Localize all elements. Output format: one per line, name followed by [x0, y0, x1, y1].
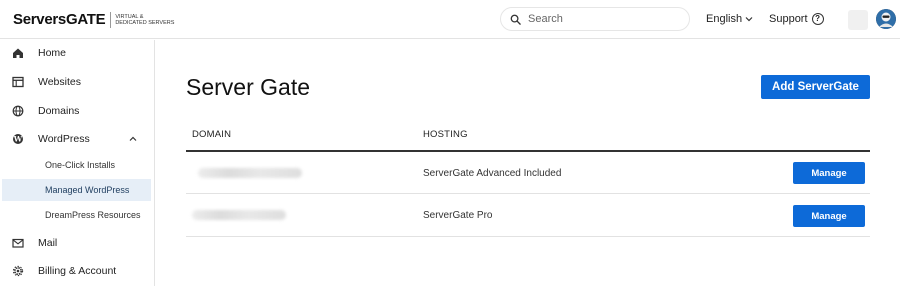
mail-icon: [12, 238, 24, 248]
support-label: Support: [769, 13, 808, 25]
sidebar-item-domains[interactable]: Domains: [0, 98, 154, 124]
svg-text:W: W: [13, 135, 23, 144]
notification-placeholder[interactable]: [848, 10, 868, 30]
logo-text: ServersGATE: [13, 11, 106, 28]
search-icon: [510, 14, 521, 25]
add-servergate-button[interactable]: Add ServerGate: [761, 75, 870, 99]
logo[interactable]: ServersGATE VIRTUAL & DEDICATED SERVERS: [13, 11, 175, 28]
sidebar-item-websites[interactable]: Websites: [0, 69, 154, 95]
redacted-domain: [198, 168, 302, 178]
sidebar-subitem-dreampress-resources[interactable]: DreamPress Resources: [2, 204, 151, 226]
column-header-hosting: HOSTING: [423, 129, 468, 140]
chevron-up-icon[interactable]: [129, 135, 137, 143]
sidebar-subitem-managed-wordpress[interactable]: Managed WordPress: [2, 179, 151, 201]
top-header: ServersGATE VIRTUAL & DEDICATED SERVERS …: [0, 0, 900, 39]
logo-tagline: VIRTUAL & DEDICATED SERVERS: [115, 13, 175, 26]
wordpress-icon: W: [13, 134, 23, 144]
sidebar-item-mail[interactable]: Mail: [0, 230, 154, 256]
sidebar-item-label: Mail: [38, 237, 58, 249]
sidebar-item-billing-account[interactable]: Billing & Account: [0, 258, 154, 284]
globe-icon: [12, 105, 24, 117]
sidebar-item-home[interactable]: Home: [0, 40, 154, 66]
sidebar-item-label: Domains: [38, 105, 80, 117]
manage-button[interactable]: Manage: [793, 162, 865, 184]
home-icon: [13, 48, 23, 58]
chevron-down-icon: [745, 17, 753, 22]
language-label: English: [706, 13, 743, 25]
hosting-plan: ServerGate Pro: [423, 210, 493, 221]
sidebar-subitem-label: One-Click Installs: [45, 160, 116, 170]
browser-icon: [12, 76, 24, 88]
column-header-domain: DOMAIN: [192, 129, 232, 140]
sidebar: Home Websites Domains W WordPress One-Cl…: [0, 40, 155, 286]
language-selector[interactable]: English: [706, 13, 753, 25]
search-input[interactable]: [528, 13, 678, 25]
sidebar-subitem-one-click-installs[interactable]: One-Click Installs: [2, 154, 151, 176]
sidebar-subitem-label: DreamPress Resources: [45, 210, 141, 220]
search-box[interactable]: [500, 7, 690, 31]
page-title: Server Gate: [186, 74, 310, 100]
gear-icon: [12, 265, 24, 277]
avatar[interactable]: [876, 9, 896, 29]
support-link[interactable]: Support ?: [769, 13, 824, 25]
sidebar-item-label: WordPress: [38, 133, 90, 145]
sidebar-item-label: Home: [38, 47, 67, 59]
sidebar-item-wordpress[interactable]: W WordPress: [0, 126, 154, 152]
redacted-domain: [192, 210, 286, 220]
help-icon: ?: [811, 13, 824, 25]
manage-button[interactable]: Manage: [793, 205, 865, 227]
sidebar-subitem-label: Managed WordPress: [45, 185, 130, 195]
hosting-plan: ServerGate Advanced Included: [423, 168, 562, 179]
row-divider: [186, 236, 870, 237]
logo-divider: [110, 11, 112, 28]
avatar-icon: [876, 9, 896, 29]
sidebar-item-label: Websites: [38, 76, 81, 88]
sidebar-item-label: Billing & Account: [38, 265, 117, 277]
row-divider: [186, 193, 870, 194]
table-header-divider: [186, 150, 870, 152]
